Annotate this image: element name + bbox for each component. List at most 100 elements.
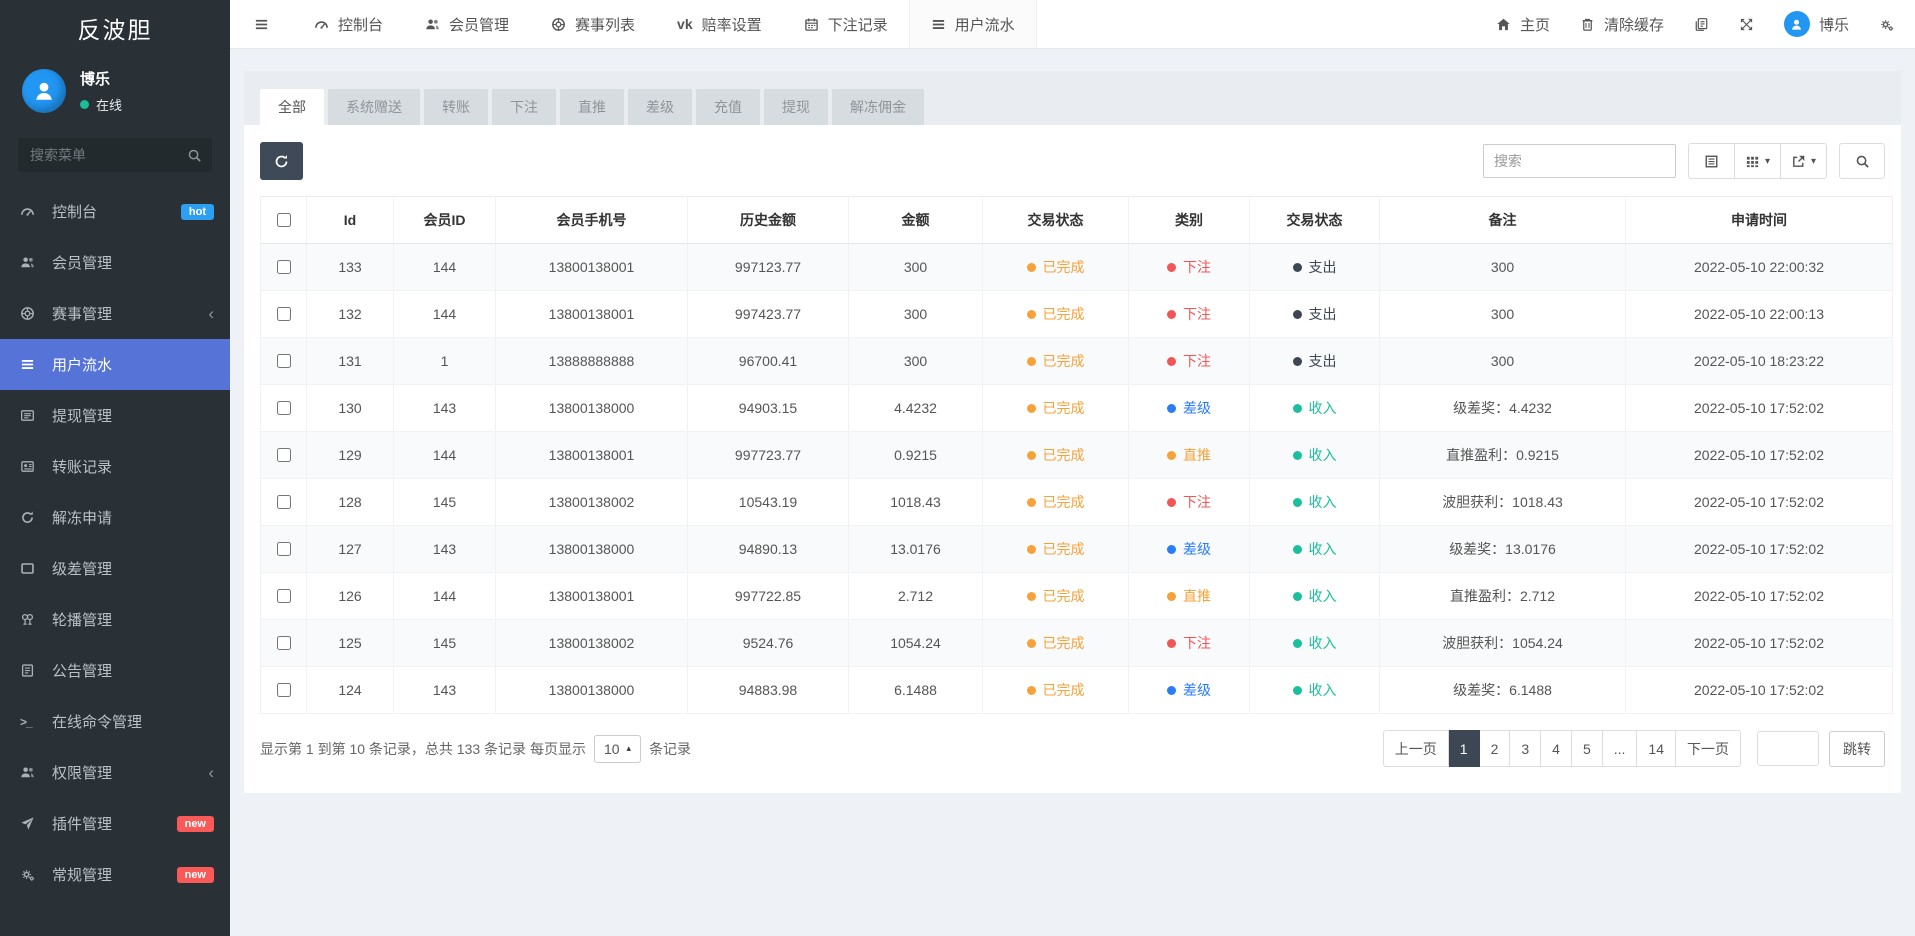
sidebar-item-notice[interactable]: 公告管理 — [0, 645, 230, 696]
search-button[interactable] — [1839, 143, 1885, 179]
toggle-view-button[interactable] — [1688, 143, 1734, 179]
tab-level[interactable]: 差级 — [628, 89, 692, 125]
select-all-checkbox[interactable] — [277, 213, 291, 227]
sidebar-item-user-flow[interactable]: 用户流水 — [0, 339, 230, 390]
row-checkbox[interactable] — [277, 542, 291, 556]
records-table: Id会员ID会员手机号历史金额金额交易状态类别交易状态备注申请时间 133144… — [260, 196, 1893, 714]
page-button-2[interactable]: 2 — [1480, 730, 1511, 767]
row-checkbox[interactable] — [277, 495, 291, 509]
sidebar-user-block: 博乐 在线 — [0, 60, 230, 128]
sidebar-item-level-diff[interactable]: 级差管理 — [0, 543, 230, 594]
tab-withdraw[interactable]: 提现 — [764, 89, 828, 125]
square-icon — [20, 561, 44, 576]
user-status-label: 在线 — [96, 95, 122, 114]
flow-status-cell: 支出 — [1250, 244, 1380, 291]
amount-cell: 1018.43 — [849, 479, 983, 526]
phone-cell: 13800138000 — [496, 385, 688, 432]
sidebar-item-general[interactable]: 常规管理new — [0, 849, 230, 900]
tab-recharge[interactable]: 充值 — [696, 89, 760, 125]
sidebar-toggle-button[interactable] — [230, 0, 293, 48]
nav-item-clear-cache[interactable]: 清除缓存 — [1565, 0, 1679, 48]
tab-direct[interactable]: 直推 — [560, 89, 624, 125]
sidebar-item-label: 常规管理 — [52, 864, 112, 885]
sidebar-item-members[interactable]: 会员管理 — [0, 237, 230, 288]
avatar[interactable] — [22, 69, 66, 113]
page-button-5[interactable]: 5 — [1572, 730, 1603, 767]
category-cell: 差级 — [1129, 667, 1250, 714]
sidebar-item-carousel[interactable]: 轮播管理 — [0, 594, 230, 645]
nav-item-docs[interactable] — [1679, 0, 1724, 48]
flow-status-label: 支出 — [1309, 351, 1337, 371]
status-dot — [1293, 357, 1302, 366]
nav-item-user-flow[interactable]: 用户流水 — [909, 0, 1037, 48]
row-checkbox[interactable] — [277, 307, 291, 321]
category-label: 差级 — [1183, 680, 1211, 700]
row-checkbox[interactable] — [277, 260, 291, 274]
columns-button[interactable]: ▾ — [1734, 143, 1780, 179]
row-checkbox[interactable] — [277, 589, 291, 603]
nav-item-bet-log[interactable]: 下注记录 — [783, 0, 909, 48]
home-icon — [1496, 17, 1511, 32]
tab-transfer[interactable]: 转账 — [424, 89, 488, 125]
table-row: 1281451380013800210543.191018.43已完成下注收入波… — [261, 479, 1893, 526]
caret-down-icon: ▾ — [1765, 156, 1770, 167]
refresh-button[interactable] — [260, 142, 303, 180]
page-jump-button[interactable]: 跳转 — [1829, 731, 1885, 767]
row-checkbox[interactable] — [277, 354, 291, 368]
next-page-button[interactable]: 下一页 — [1676, 730, 1741, 767]
row-checkbox[interactable] — [277, 401, 291, 415]
tab-system-gift[interactable]: 系统赠送 — [328, 89, 420, 125]
member-id-cell: 144 — [394, 244, 496, 291]
top-menu: 控制台会员管理赛事列表vk赔率设置下注记录用户流水 — [293, 0, 1037, 48]
list-alt-icon — [20, 408, 44, 423]
nav-item-user[interactable]: 博乐 — [1769, 0, 1864, 48]
nav-item-fullscreen[interactable] — [1724, 0, 1769, 48]
tab-bet[interactable]: 下注 — [492, 89, 556, 125]
export-button[interactable]: ▾ — [1780, 143, 1827, 179]
row-checkbox[interactable] — [277, 683, 291, 697]
phone-cell: 13800138001 — [496, 244, 688, 291]
table-search-input[interactable] — [1483, 144, 1676, 178]
apply-time-cell: 2022-05-10 17:52:02 — [1626, 573, 1893, 620]
page-size-select[interactable]: 10 ▴ — [594, 735, 641, 763]
nav-item-match-list[interactable]: 赛事列表 — [530, 0, 656, 48]
page-jump-input[interactable] — [1757, 731, 1819, 766]
online-dot — [80, 100, 89, 109]
apply-time-cell: 2022-05-10 17:52:02 — [1626, 667, 1893, 714]
vk-icon: vk — [677, 16, 693, 33]
page-button-3[interactable]: 3 — [1510, 730, 1541, 767]
remark-cell: 300 — [1380, 291, 1626, 338]
amount-cell: 1054.24 — [849, 620, 983, 667]
sidebar-item-unfreeze[interactable]: 解冻申请 — [0, 492, 230, 543]
sidebar-item-dashboard[interactable]: 控制台hot — [0, 186, 230, 237]
page-button-14[interactable]: 14 — [1637, 730, 1676, 767]
nav-item-home[interactable]: 主页 — [1481, 0, 1565, 48]
sidebar-item-label: 权限管理 — [52, 762, 112, 783]
fullscreen-icon — [1739, 17, 1754, 32]
sidebar-item-online-command[interactable]: >_在线命令管理 — [0, 696, 230, 747]
nav-item-members[interactable]: 会员管理 — [404, 0, 530, 48]
table-row: 13111388888888896700.41300已完成下注支出3002022… — [261, 338, 1893, 385]
nav-item-dashboard[interactable]: 控制台 — [293, 0, 404, 48]
row-checkbox[interactable] — [277, 636, 291, 650]
sidebar-item-transfer-log[interactable]: 转账记录 — [0, 441, 230, 492]
menu-search-input[interactable] — [18, 138, 212, 172]
sidebar-item-matches[interactable]: 赛事管理‹ — [0, 288, 230, 339]
status-dot — [1027, 686, 1036, 695]
sidebar-item-withdraw[interactable]: 提现管理 — [0, 390, 230, 441]
sidebar-item-permission[interactable]: 权限管理‹ — [0, 747, 230, 798]
nav-item-odds[interactable]: vk赔率设置 — [656, 0, 783, 48]
trade-status-cell: 已完成 — [983, 573, 1129, 620]
sidebar-item-plugin[interactable]: 插件管理new — [0, 798, 230, 849]
page-button-4[interactable]: 4 — [1541, 730, 1572, 767]
prev-page-button[interactable]: 上一页 — [1383, 730, 1449, 767]
category-label: 差级 — [1183, 539, 1211, 559]
apply-time-cell: 2022-05-10 17:52:02 — [1626, 526, 1893, 573]
apply-time-cell: 2022-05-10 22:00:32 — [1626, 244, 1893, 291]
row-checkbox[interactable] — [277, 448, 291, 462]
tab-unfreeze-commission[interactable]: 解冻佣金 — [832, 89, 924, 125]
nav-item-settings[interactable] — [1864, 0, 1909, 48]
page-button-1[interactable]: 1 — [1449, 730, 1480, 767]
column-header: 交易状态 — [983, 197, 1129, 244]
tab-all[interactable]: 全部 — [260, 89, 324, 125]
